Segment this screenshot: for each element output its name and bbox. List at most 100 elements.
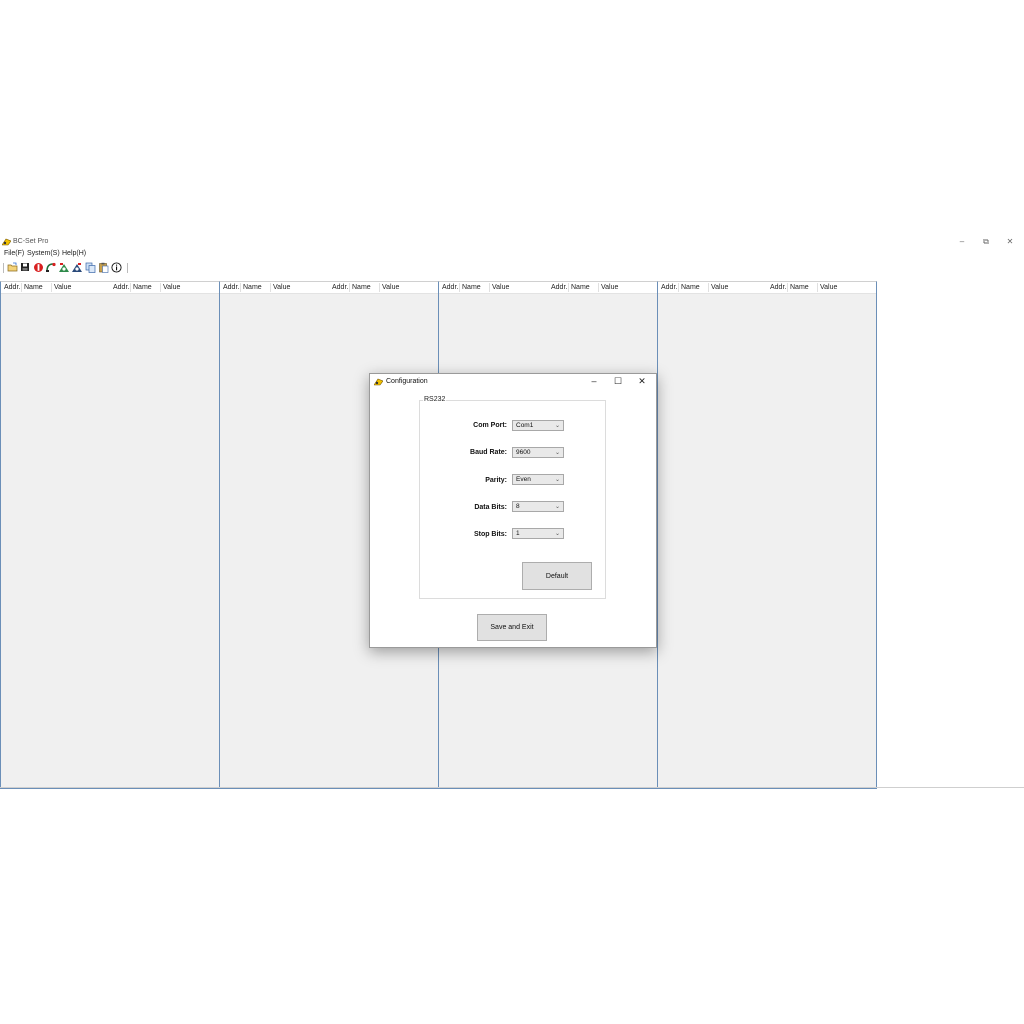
data-bits-select[interactable]: 8 ⌄	[512, 501, 564, 512]
baud-rate-label: Baud Rate:	[470, 449, 507, 456]
column-header-name[interactable]: Name	[571, 284, 590, 291]
baud-rate-value: 9600	[516, 449, 531, 456]
save-icon[interactable]	[19, 261, 31, 273]
window-bottom-border	[0, 787, 1024, 788]
register-panel[interactable]: Addr. Name Value	[220, 281, 330, 789]
column-header-name[interactable]: Name	[243, 284, 262, 291]
toolbar	[0, 260, 1024, 276]
panel-header: Addr. Name Value	[220, 282, 329, 294]
column-header-name[interactable]: Name	[462, 284, 481, 291]
column-header-value[interactable]: Value	[163, 284, 180, 291]
chevron-down-icon: ⌄	[554, 504, 560, 510]
dialog-title: Configuration	[386, 378, 428, 385]
minimize-button[interactable]: –	[955, 237, 969, 246]
column-divider[interactable]	[270, 283, 271, 292]
column-header-name[interactable]: Name	[24, 284, 43, 291]
column-header-addr[interactable]: Addr.	[332, 284, 348, 291]
com-port-select[interactable]: Com1 ⌄	[512, 420, 564, 431]
close-button[interactable]: ✕	[1003, 237, 1017, 246]
column-header-addr[interactable]: Addr.	[551, 284, 567, 291]
chevron-down-icon: ⌄	[554, 477, 560, 483]
rs232-group: RS232 Com Port: Com1 ⌄ Baud Rate: 9600 ⌄…	[419, 396, 606, 599]
column-header-name[interactable]: Name	[790, 284, 809, 291]
column-divider[interactable]	[598, 283, 599, 292]
dialog-maximize-button[interactable]: ☐	[611, 376, 625, 387]
column-header-value[interactable]: Value	[382, 284, 399, 291]
baud-rate-select[interactable]: 9600 ⌄	[512, 447, 564, 458]
chevron-down-icon: ⌄	[554, 531, 560, 537]
stop-bits-select[interactable]: 1 ⌄	[512, 528, 564, 539]
parity-select[interactable]: Even ⌄	[512, 474, 564, 485]
column-divider[interactable]	[678, 283, 679, 292]
dialog-minimize-button[interactable]: –	[587, 376, 601, 386]
column-header-value[interactable]: Value	[601, 284, 618, 291]
column-divider[interactable]	[160, 283, 161, 292]
menu-help[interactable]: Help(H)	[62, 250, 86, 257]
column-header-value[interactable]: Value	[820, 284, 837, 291]
column-header-addr[interactable]: Addr.	[113, 284, 129, 291]
toolbar-grip	[3, 263, 4, 273]
menu-file[interactable]: File(F)	[4, 250, 24, 257]
column-header-addr[interactable]: Addr.	[770, 284, 786, 291]
stop-bits-label: Stop Bits:	[473, 531, 507, 538]
app-title: BC-Set Pro	[13, 238, 49, 245]
paste-icon[interactable]	[97, 261, 109, 273]
column-header-name[interactable]: Name	[352, 284, 371, 291]
dialog-title-bar: Configuration – ☐ ✕	[370, 374, 656, 390]
column-header-addr[interactable]: Addr.	[442, 284, 458, 291]
register-panel[interactable]: Addr. Name Value	[0, 281, 111, 789]
connect-icon[interactable]	[45, 261, 57, 273]
column-header-addr[interactable]: Addr.	[223, 284, 239, 291]
column-header-name[interactable]: Name	[133, 284, 152, 291]
restore-button[interactable]: ⧉	[979, 237, 993, 247]
dialog-close-button[interactable]: ✕	[635, 376, 649, 387]
column-header-value[interactable]: Value	[54, 284, 71, 291]
read-icon[interactable]	[58, 261, 70, 273]
column-header-value[interactable]: Value	[492, 284, 509, 291]
column-divider[interactable]	[568, 283, 569, 292]
data-bits-value: 8	[516, 503, 520, 510]
column-header-value[interactable]: Value	[273, 284, 290, 291]
stop-bits-value: 1	[516, 530, 520, 537]
panel-header: Addr. Name Value	[1, 282, 110, 294]
panel-header: Addr. Name Value	[110, 282, 219, 294]
column-header-addr[interactable]: Addr.	[4, 284, 20, 291]
chevron-down-icon: ⌄	[554, 423, 560, 429]
column-divider[interactable]	[817, 283, 818, 292]
toolbar-separator	[127, 263, 128, 273]
info-icon[interactable]	[110, 261, 122, 273]
open-icon[interactable]	[6, 261, 18, 273]
column-divider[interactable]	[379, 283, 380, 292]
column-divider[interactable]	[459, 283, 460, 292]
column-header-name[interactable]: Name	[681, 284, 700, 291]
column-header-addr[interactable]: Addr.	[661, 284, 677, 291]
column-divider[interactable]	[489, 283, 490, 292]
column-header-value[interactable]: Value	[711, 284, 728, 291]
column-divider[interactable]	[349, 283, 350, 292]
com-port-label: Com Port:	[473, 422, 507, 429]
copy-icon[interactable]	[84, 261, 96, 273]
parity-value: Even	[516, 476, 531, 483]
register-panel[interactable]: Addr. Name Value	[658, 281, 768, 789]
panel-header: Addr. Name Value	[329, 282, 438, 294]
app-logo-icon	[374, 378, 383, 386]
title-bar: BC-Set Pro – ⧉ ✕	[0, 236, 1024, 248]
register-panel[interactable]: Addr. Name Value	[767, 281, 877, 789]
column-divider[interactable]	[51, 283, 52, 292]
panel-header: Addr. Name Value	[439, 282, 548, 294]
column-divider[interactable]	[708, 283, 709, 292]
chevron-down-icon: ⌄	[554, 450, 560, 456]
save-and-exit-button[interactable]: Save and Exit	[477, 614, 547, 641]
default-button[interactable]: Default	[522, 562, 592, 590]
column-divider[interactable]	[21, 283, 22, 292]
configuration-dialog: Configuration – ☐ ✕ RS232 Com Port: Com1…	[369, 373, 657, 648]
column-divider[interactable]	[787, 283, 788, 292]
register-panel[interactable]: Addr. Name Value	[110, 281, 220, 789]
column-divider[interactable]	[130, 283, 131, 292]
menu-system[interactable]: System(S)	[27, 250, 60, 257]
stop-icon[interactable]	[32, 261, 44, 273]
write-icon[interactable]	[71, 261, 83, 273]
column-divider[interactable]	[240, 283, 241, 292]
app-logo-icon	[2, 238, 11, 246]
panel-header: Addr. Name Value	[767, 282, 876, 294]
